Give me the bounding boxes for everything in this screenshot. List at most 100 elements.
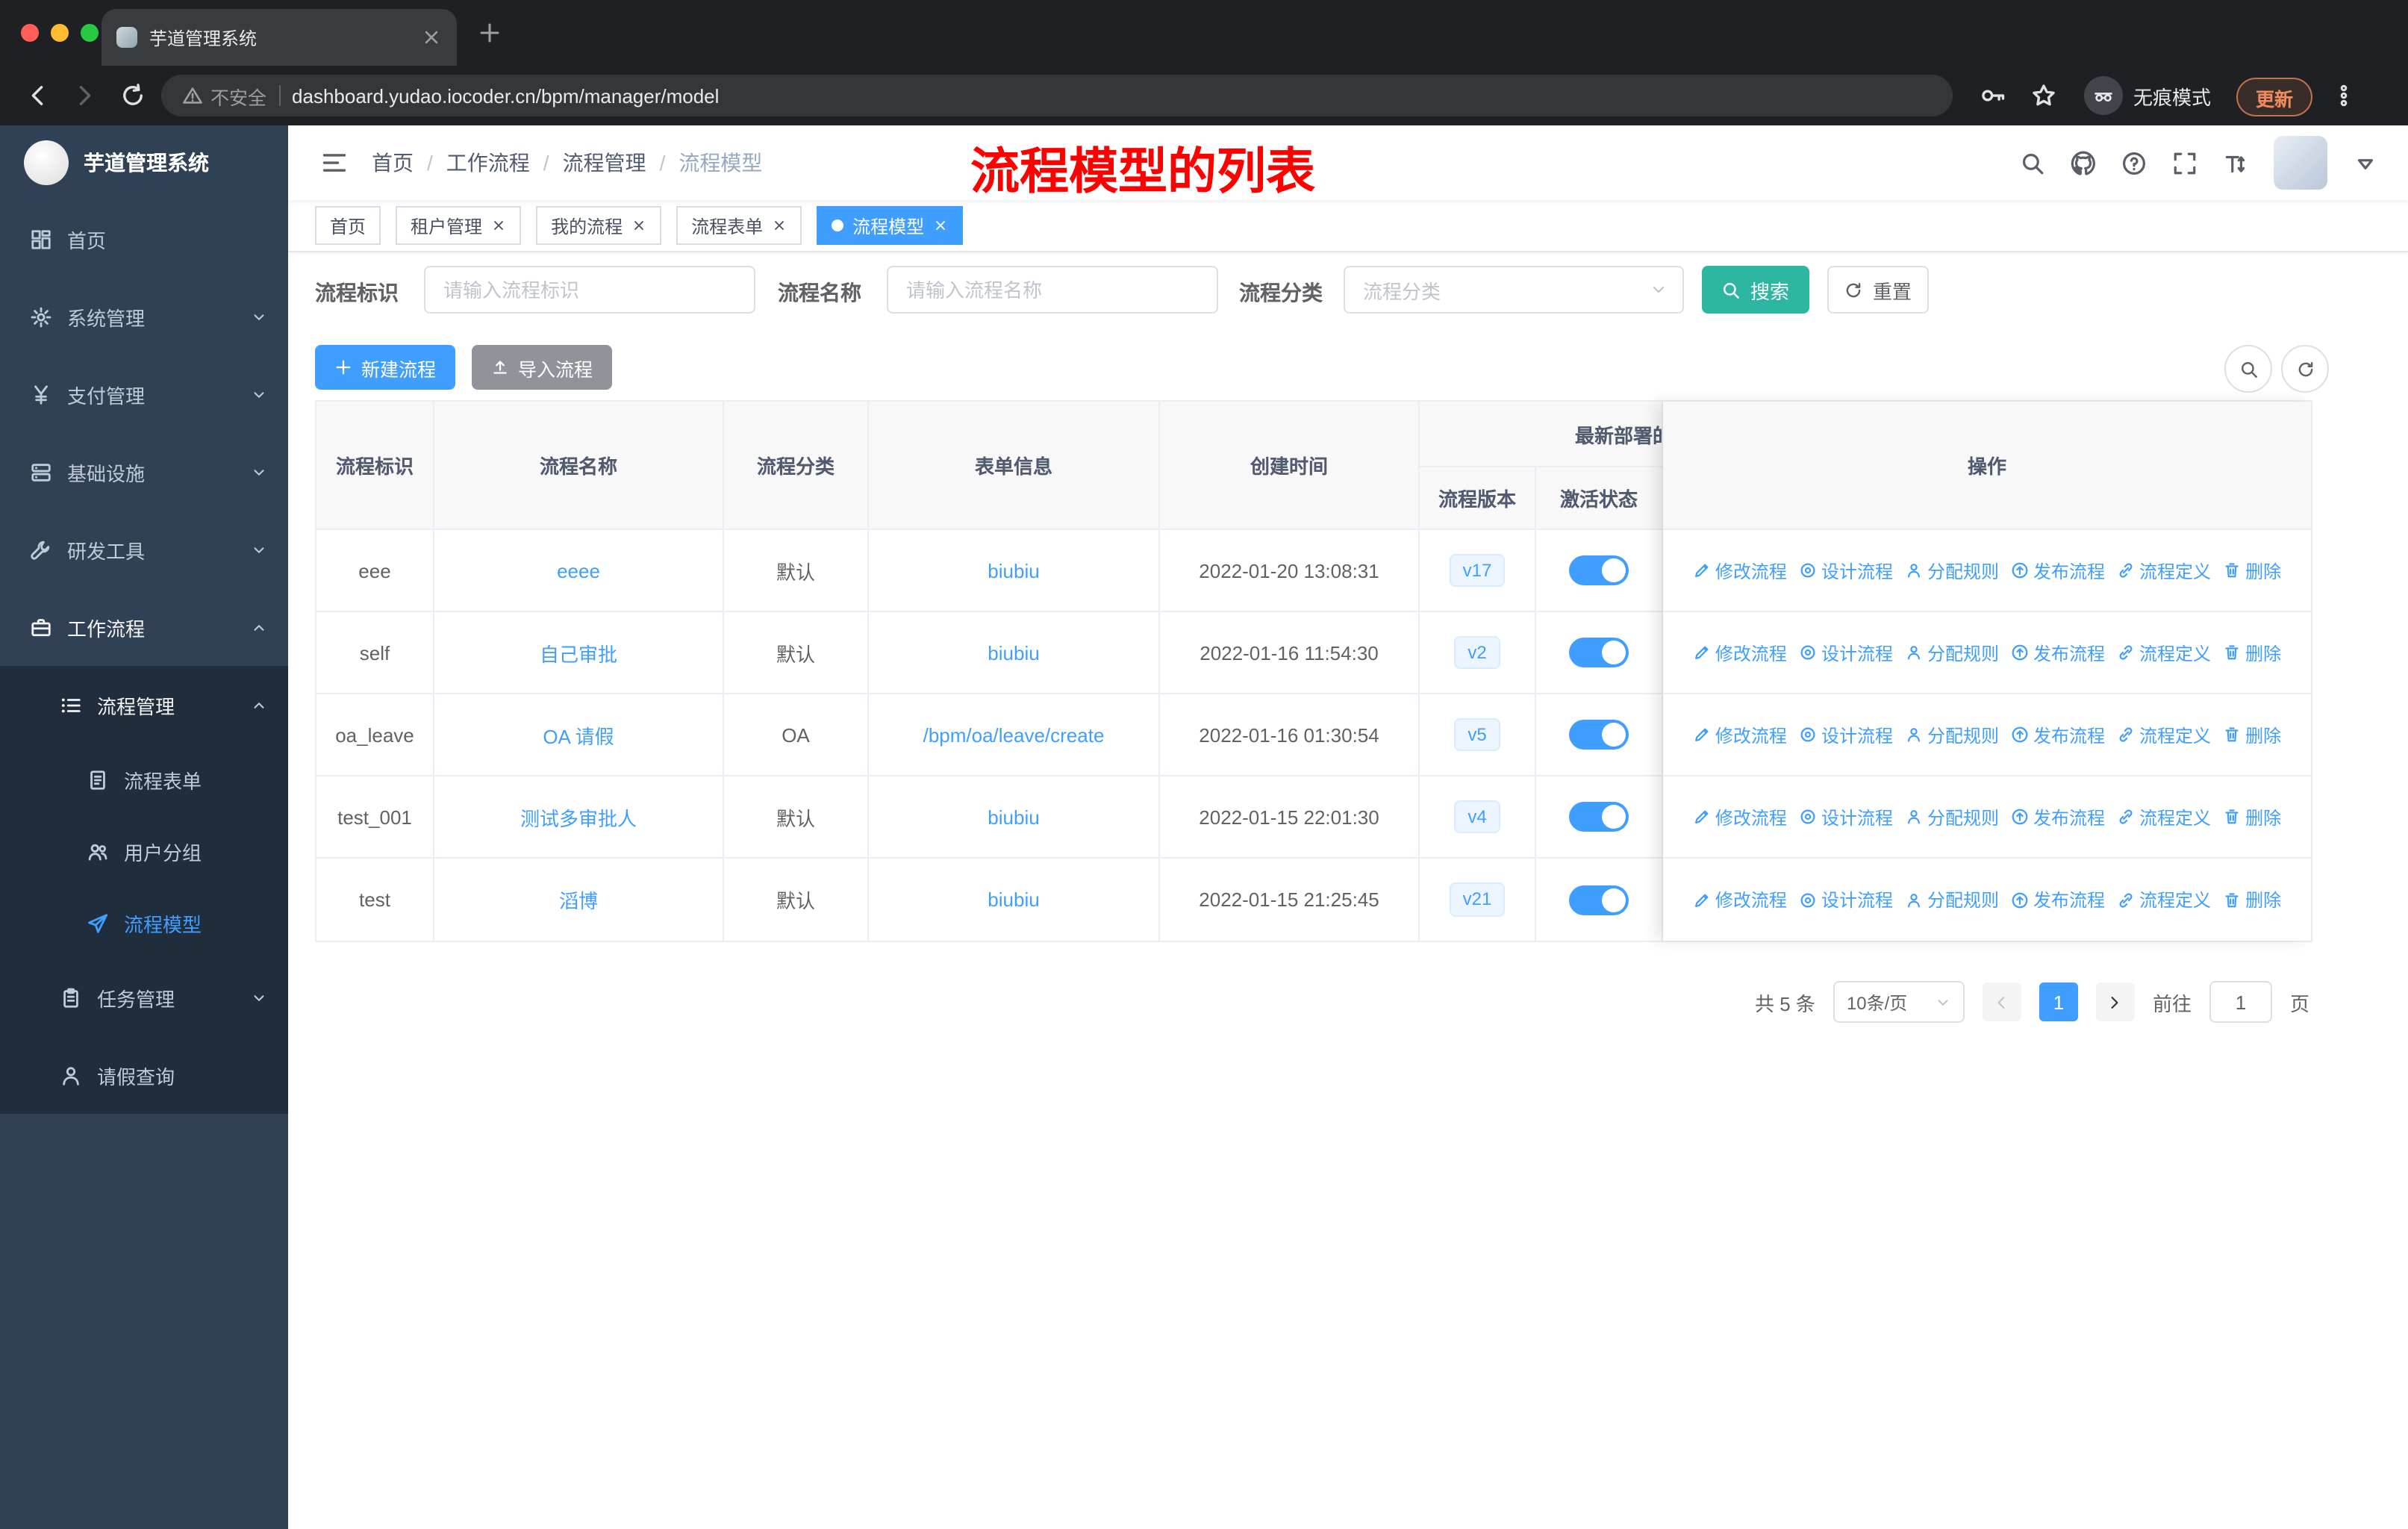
action-link-link[interactable]: 流程定义	[2117, 558, 2211, 583]
action-publish-link[interactable]: 发布流程	[2011, 558, 2105, 583]
model-name-link[interactable]: eeee	[557, 559, 600, 582]
action-edit-link[interactable]: 修改流程	[1693, 804, 1787, 829]
active-toggle[interactable]	[1569, 555, 1629, 585]
sidebar-item-process-mgmt[interactable]: 流程管理	[0, 666, 288, 744]
current-page-button[interactable]: 1	[2039, 983, 2078, 1021]
tag-process-model[interactable]: 流程模型	[817, 206, 964, 245]
sidebar-item-workflow[interactable]: 工作流程	[0, 588, 288, 666]
action-trash-link[interactable]: 删除	[2223, 558, 2281, 583]
model-name-link[interactable]: 测试多审批人	[520, 807, 637, 829]
search-button[interactable]: 搜索	[1702, 266, 1809, 314]
active-toggle[interactable]	[1569, 885, 1629, 915]
help-icon[interactable]	[2121, 150, 2147, 175]
close-icon[interactable]	[491, 218, 506, 233]
new-tab-button[interactable]	[478, 21, 502, 45]
sidebar-item-task-mgmt[interactable]: 任务管理	[0, 959, 288, 1036]
action-link-link[interactable]: 流程定义	[2117, 804, 2211, 829]
action-publish-link[interactable]: 发布流程	[2011, 640, 2105, 665]
sidebar-item-devtools[interactable]: 研发工具	[0, 511, 288, 588]
action-user-link[interactable]: 分配规则	[1905, 722, 1999, 747]
action-user-link[interactable]: 分配规则	[1905, 640, 1999, 665]
toggle-search-button[interactable]	[2224, 345, 2272, 393]
reset-button[interactable]: 重置	[1827, 266, 1929, 314]
security-indicator[interactable]: 不安全	[182, 81, 266, 110]
next-page-button[interactable]	[2095, 983, 2135, 1021]
forward-icon[interactable]	[72, 82, 99, 109]
tab-close-icon[interactable]	[421, 27, 442, 48]
sidebar-item-process-form[interactable]: 流程表单	[0, 744, 288, 815]
avatar[interactable]	[2274, 136, 2327, 190]
tag-tenant[interactable]: 租户管理	[396, 206, 522, 245]
reload-icon[interactable]	[119, 82, 146, 109]
close-icon[interactable]	[933, 218, 948, 233]
collapse-menu-icon[interactable]	[321, 149, 348, 176]
active-toggle[interactable]	[1569, 802, 1629, 832]
tag-home[interactable]: 首页	[315, 206, 381, 245]
action-user-link[interactable]: 分配规则	[1905, 558, 1999, 583]
create-process-button[interactable]: 新建流程	[315, 345, 456, 390]
github-icon[interactable]	[2071, 150, 2096, 175]
sidebar-item-home[interactable]: 首页	[0, 200, 288, 278]
sidebar-item-payment[interactable]: 支付管理	[0, 355, 288, 433]
incognito-indicator[interactable]: 无痕模式	[2084, 76, 2211, 115]
browser-menu-icon[interactable]	[2332, 84, 2356, 108]
action-link-link[interactable]: 流程定义	[2117, 640, 2211, 665]
tag-my-process[interactable]: 我的流程	[536, 206, 662, 245]
back-icon[interactable]	[24, 82, 51, 109]
filter-name-input[interactable]	[887, 266, 1218, 314]
address-bar[interactable]: 不安全 dashboard.yudao.iocoder.cn/bpm/manag…	[161, 75, 1953, 116]
action-user-link[interactable]: 分配规则	[1905, 804, 1999, 829]
sidebar-item-infra[interactable]: 基础设施	[0, 433, 288, 511]
action-target-link[interactable]: 设计流程	[1799, 558, 1893, 583]
active-toggle[interactable]	[1569, 638, 1629, 667]
model-name-link[interactable]: 滔博	[559, 890, 598, 912]
breadcrumb-home[interactable]: 首页	[372, 148, 414, 178]
action-edit-link[interactable]: 修改流程	[1693, 640, 1787, 665]
zoom-window-button[interactable]	[81, 24, 99, 42]
refresh-table-button[interactable]	[2281, 345, 2329, 393]
key-icon[interactable]	[1980, 82, 2006, 109]
action-trash-link[interactable]: 删除	[2223, 722, 2281, 747]
font-size-icon[interactable]	[2223, 150, 2248, 175]
close-window-button[interactable]	[21, 24, 39, 42]
action-publish-link[interactable]: 发布流程	[2011, 722, 2105, 747]
page-size-select[interactable]: 10条/页	[1832, 981, 1965, 1023]
filter-category-select[interactable]: 流程分类	[1344, 266, 1684, 314]
action-publish-link[interactable]: 发布流程	[2011, 804, 2105, 829]
action-edit-link[interactable]: 修改流程	[1693, 722, 1787, 747]
form-link[interactable]: biubiu	[988, 806, 1039, 828]
form-link[interactable]: biubiu	[988, 559, 1039, 582]
close-icon[interactable]	[772, 218, 787, 233]
action-target-link[interactable]: 设计流程	[1799, 640, 1893, 665]
action-trash-link[interactable]: 删除	[2223, 640, 2281, 665]
breadcrumb-workflow[interactable]: 工作流程	[446, 148, 530, 178]
model-name-link[interactable]: OA 请假	[543, 725, 614, 747]
sidebar-item-system[interactable]: 系统管理	[0, 278, 288, 355]
caret-down-icon[interactable]	[2353, 150, 2378, 175]
action-trash-link[interactable]: 删除	[2223, 804, 2281, 829]
form-link[interactable]: biubiu	[988, 888, 1039, 911]
import-process-button[interactable]: 导入流程	[472, 345, 613, 390]
breadcrumb-process-mgmt[interactable]: 流程管理	[563, 148, 646, 178]
search-icon[interactable]	[2020, 150, 2045, 175]
prev-page-button[interactable]	[1982, 983, 2021, 1021]
close-icon[interactable]	[631, 218, 646, 233]
action-link-link[interactable]: 流程定义	[2117, 887, 2211, 912]
browser-tab[interactable]: 芋道管理系统	[102, 9, 457, 66]
model-name-link[interactable]: 自己审批	[540, 643, 617, 665]
sidebar-item-user-group[interactable]: 用户分组	[0, 815, 288, 887]
tag-process-form[interactable]: 流程表单	[676, 206, 802, 245]
action-user-link[interactable]: 分配规则	[1905, 887, 1999, 912]
bookmark-star-icon[interactable]	[2030, 82, 2057, 109]
action-trash-link[interactable]: 删除	[2223, 887, 2281, 912]
action-edit-link[interactable]: 修改流程	[1693, 887, 1787, 912]
filter-key-input[interactable]	[424, 266, 755, 314]
action-link-link[interactable]: 流程定义	[2117, 722, 2211, 747]
form-link[interactable]: /bpm/oa/leave/create	[923, 723, 1105, 746]
sidebar-item-leave-query[interactable]: 请假查询	[0, 1036, 288, 1114]
action-publish-link[interactable]: 发布流程	[2011, 887, 2105, 912]
action-target-link[interactable]: 设计流程	[1799, 887, 1893, 912]
goto-page-input[interactable]	[2209, 981, 2272, 1023]
fullscreen-icon[interactable]	[2172, 150, 2198, 175]
browser-update-button[interactable]: 更新	[2236, 78, 2313, 116]
